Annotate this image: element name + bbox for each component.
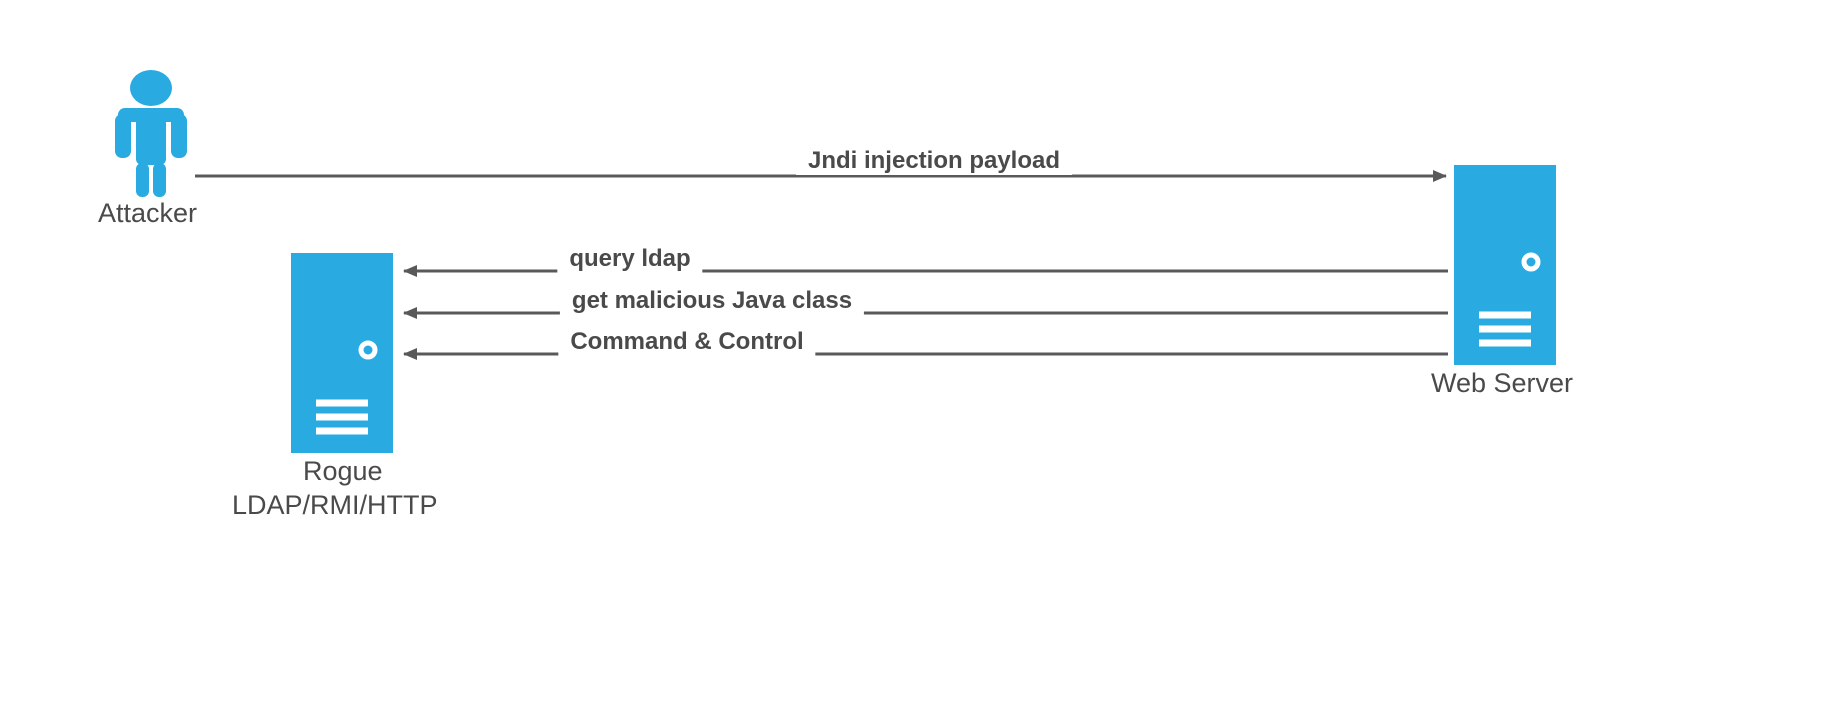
server-icon-web xyxy=(1454,165,1556,365)
attacker-label: Attacker xyxy=(98,198,197,229)
webserver-label: Web Server xyxy=(1431,368,1573,399)
arrow-label-jndi: Jndi injection payload xyxy=(796,147,1072,175)
arrow-label-java-class: get malicious Java class xyxy=(560,287,864,315)
person-icon xyxy=(115,70,187,197)
arrow-label-c2: Command & Control xyxy=(558,328,815,356)
diagram-svg xyxy=(0,0,1826,711)
rogue-label-line2: LDAP/RMI/HTTP xyxy=(232,490,438,521)
rogue-label-line1: Rogue xyxy=(303,456,383,487)
arrow-label-query-ldap: query ldap xyxy=(557,245,702,273)
diagram-canvas: Attacker Rogue LDAP/RMI/HTTP Web Server … xyxy=(0,0,1826,711)
server-icon-rogue xyxy=(291,253,393,453)
